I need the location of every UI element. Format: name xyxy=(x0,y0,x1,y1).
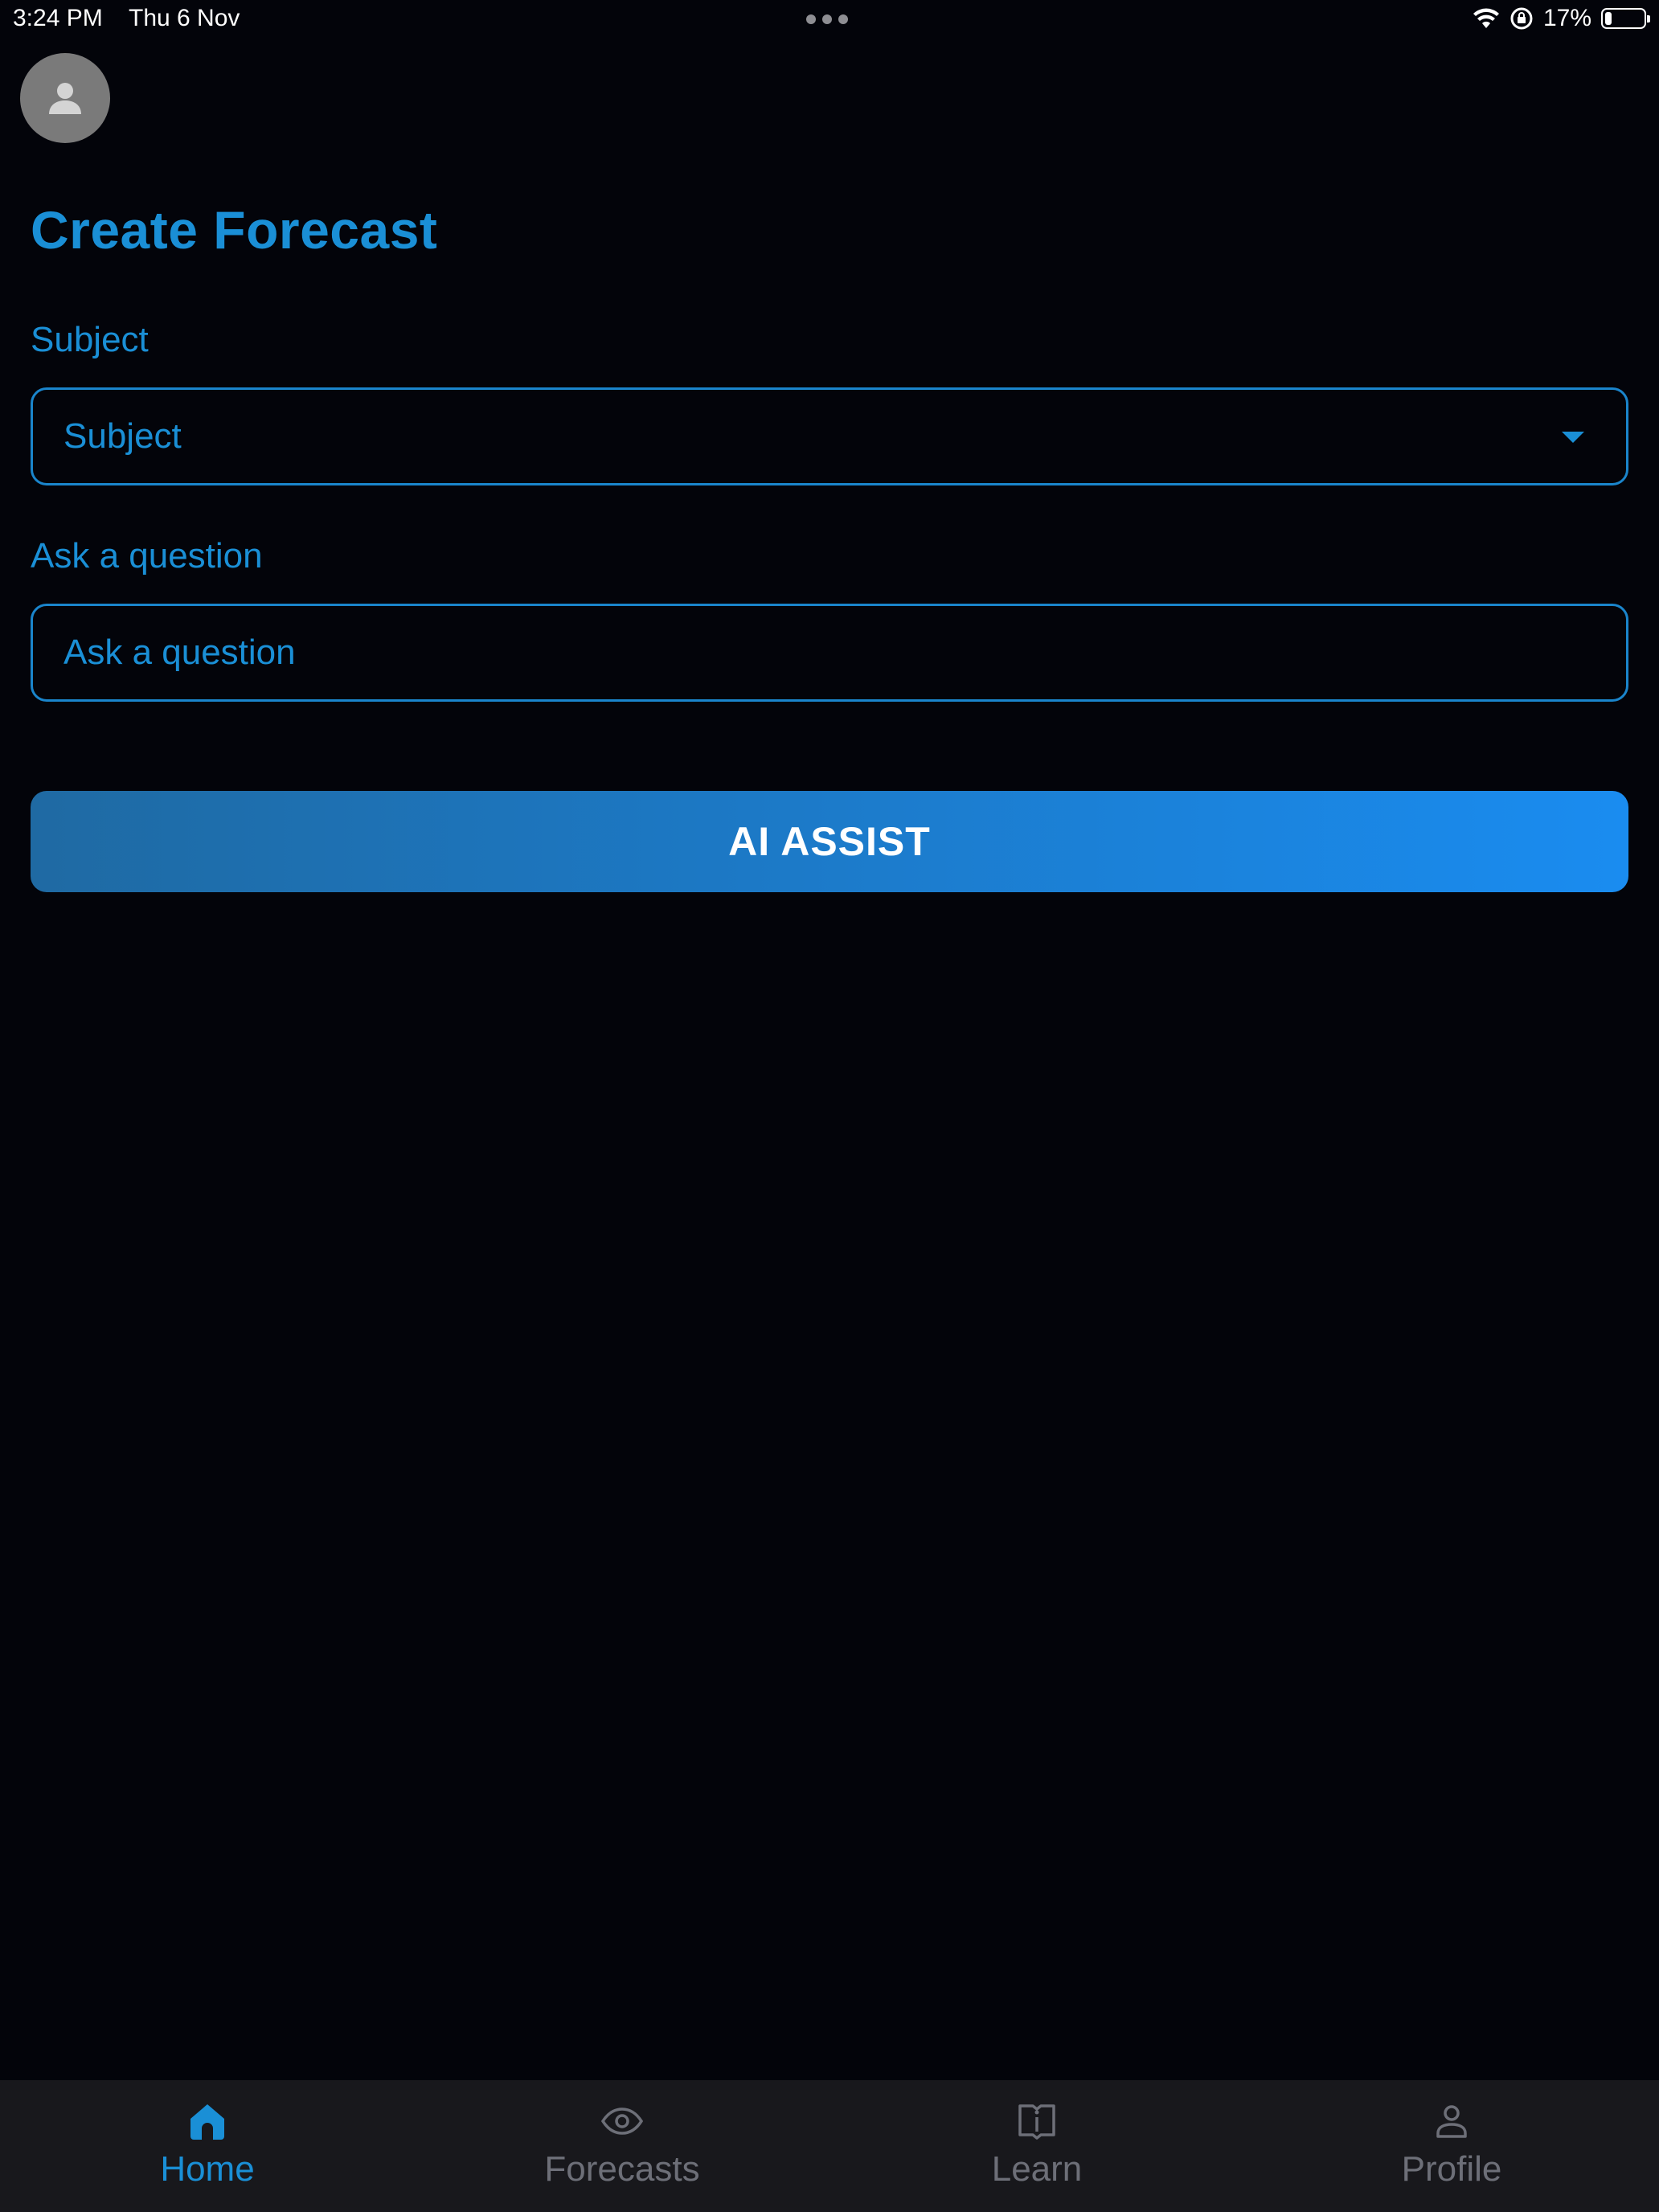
person-outline-icon xyxy=(1436,2105,1467,2138)
avatar[interactable] xyxy=(20,53,110,143)
subject-label: Subject xyxy=(31,320,149,359)
battery-icon xyxy=(1601,8,1650,29)
question-label: Ask a question xyxy=(31,536,263,576)
battery-percent: 17% xyxy=(1542,5,1591,31)
tab-bar: Home Forecasts Learn Profile xyxy=(0,2080,1659,2212)
tab-learn[interactable]: Learn xyxy=(830,2080,1244,2212)
status-indicators: 17% xyxy=(1473,5,1650,32)
tab-label-profile: Profile xyxy=(1401,2149,1502,2189)
subject-selected-value: Subject xyxy=(63,416,182,456)
tab-home[interactable]: Home xyxy=(0,2080,415,2212)
status-date: Thu 6 Nov xyxy=(129,5,240,31)
status-bar: 3:24 PM Thu 6 Nov 17% xyxy=(0,0,1659,40)
orientation-lock-icon xyxy=(1510,7,1533,30)
question-field[interactable] xyxy=(31,604,1628,702)
book-icon xyxy=(1018,2104,1055,2140)
multitasking-dots-icon[interactable] xyxy=(806,14,848,24)
ai-assist-button[interactable]: AI ASSIST xyxy=(31,791,1628,892)
page-title: Create Forecast xyxy=(31,200,438,260)
wifi-icon xyxy=(1473,8,1499,28)
eye-icon xyxy=(600,2108,644,2135)
battery-fill xyxy=(1605,12,1612,25)
person-icon xyxy=(49,83,81,114)
subject-dropdown[interactable]: Subject xyxy=(31,387,1628,485)
app-screen: 3:24 PM Thu 6 Nov 17% Create Forecast Su… xyxy=(0,0,1659,2212)
tab-profile[interactable]: Profile xyxy=(1244,2080,1659,2212)
caret-down-icon xyxy=(1562,432,1584,443)
home-icon xyxy=(190,2104,224,2140)
question-input[interactable] xyxy=(63,633,1626,673)
tab-label-learn: Learn xyxy=(991,2149,1083,2189)
tab-label-forecasts: Forecasts xyxy=(544,2149,700,2189)
status-time: 3:24 PM xyxy=(13,5,103,31)
tab-forecasts[interactable]: Forecasts xyxy=(415,2080,830,2212)
tab-label-home: Home xyxy=(160,2149,255,2189)
